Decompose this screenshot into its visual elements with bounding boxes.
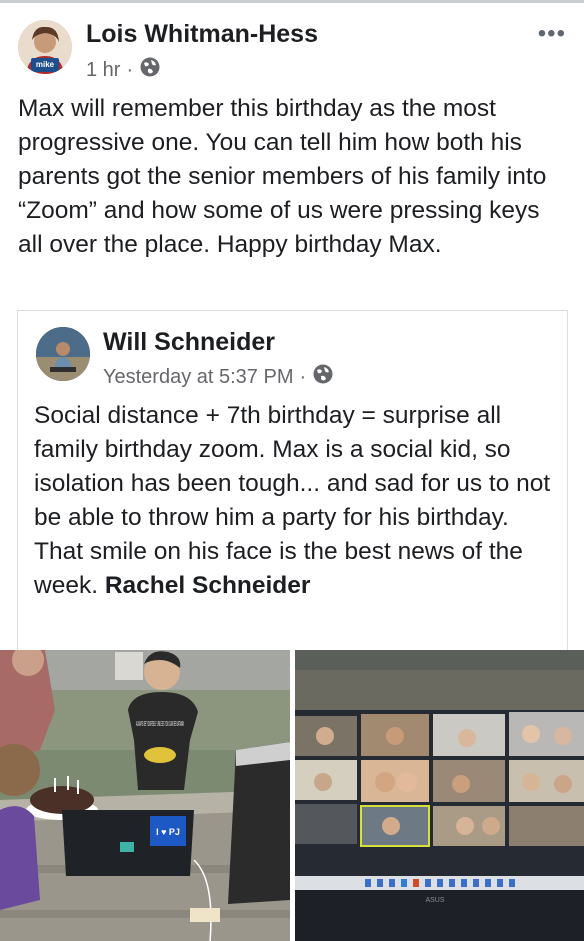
zoom-video-grid — [295, 712, 584, 847]
post-author-name[interactable]: Lois Whitman-Hess — [86, 20, 318, 49]
shared-post-timestamp[interactable]: Yesterday at 5:37 PM — [103, 366, 294, 389]
photo-birthday-table[interactable]: ALWAYS BE YOURSELF UNLESS YOU CAN BE BAT… — [0, 650, 290, 941]
shared-post-card[interactable]: Will Schneider Yesterday at 5:37 PM · So… — [17, 310, 568, 651]
meta-separator: · — [126, 58, 134, 81]
post-meta: 1 hr · — [86, 56, 161, 84]
shared-author-avatar[interactable] — [36, 327, 90, 381]
post-body-text: Max will remember this birthday as the m… — [18, 95, 547, 258]
photo-zoom-call-screen[interactable]: ASUS — [295, 650, 584, 941]
author-avatar[interactable]: mike — [18, 20, 72, 74]
meta-separator: · — [299, 365, 307, 388]
laptop-sticker-text: I ♥ PJ — [156, 827, 180, 837]
shirt-print-text: ALWAYS BE YOURSELF UNLESS YOU CAN BE BAT… — [136, 721, 184, 728]
top-divider — [0, 0, 584, 3]
laptop-brand-text: ASUS — [425, 897, 444, 904]
avatar-badge-text: mike — [36, 60, 55, 69]
more-options-icon[interactable]: ••• — [538, 20, 566, 48]
shared-post-meta: Yesterday at 5:37 PM · — [103, 363, 334, 391]
shared-post-text: Social distance + 7th birthday = surpris… — [34, 399, 554, 603]
tagged-person-link[interactable]: Rachel Schneider — [105, 572, 311, 599]
shared-author-name[interactable]: Will Schneider — [103, 328, 275, 357]
photo-grid: ALWAYS BE YOURSELF UNLESS YOU CAN BE BAT… — [0, 650, 584, 941]
globe-icon — [139, 56, 161, 84]
post-timestamp[interactable]: 1 hr — [86, 59, 120, 82]
shared-post-body: Social distance + 7th birthday = surpris… — [34, 402, 551, 599]
globe-icon — [312, 363, 334, 391]
